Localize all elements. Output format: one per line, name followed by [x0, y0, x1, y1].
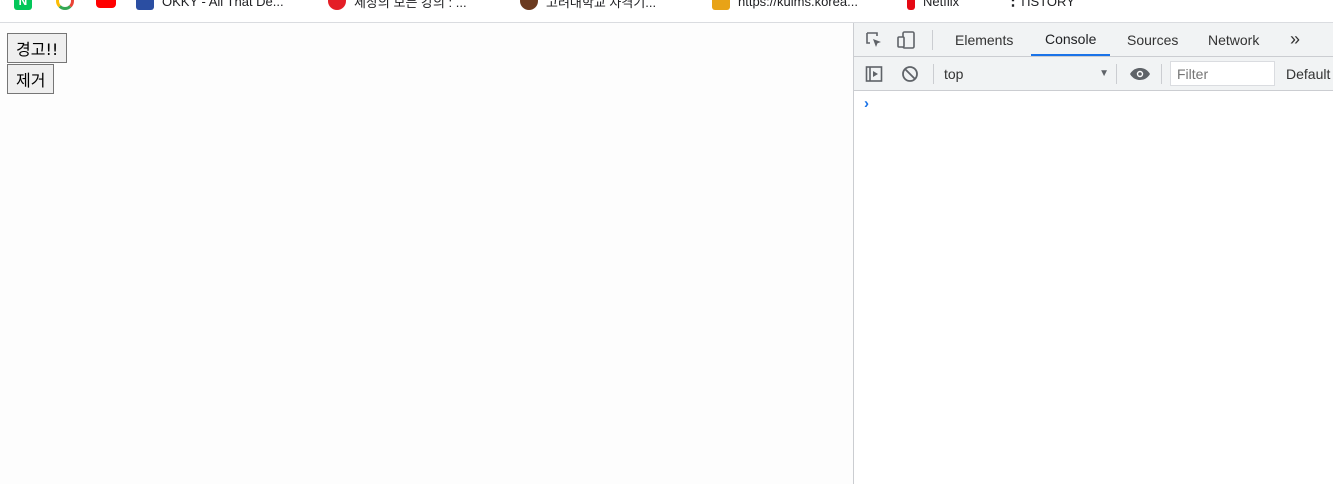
filter-input[interactable] [1170, 61, 1275, 86]
device-toolbar-icon[interactable] [896, 30, 916, 50]
bookmark-netflix[interactable]: Netflix [907, 0, 959, 11]
divider [1161, 64, 1162, 84]
shield-icon [328, 0, 346, 10]
bookmark-label: OKKY - All That De... [162, 0, 284, 9]
netflix-icon [907, 0, 915, 10]
console-output[interactable]: › [854, 91, 1333, 484]
remove-button[interactable]: 제거 [7, 64, 55, 94]
more-vertical-icon: ⋮ [1005, 0, 1021, 9]
log-levels-dropdown[interactable]: Default [1286, 57, 1330, 90]
tab-sources[interactable]: Sources [1127, 23, 1178, 56]
divider [932, 30, 933, 50]
bookmark-label: Netflix [923, 0, 960, 9]
console-toolbar: top ▼ Default [854, 57, 1333, 91]
tab-console[interactable]: Console [1031, 23, 1111, 56]
bookmark-kulms[interactable]: https://kulms.korea... [712, 0, 858, 11]
context-selector[interactable]: top ▼ [944, 57, 1109, 90]
naver-icon: N [14, 0, 32, 10]
tab-elements[interactable]: Elements [955, 23, 1013, 56]
devtools-panel: Elements Console Sources Network » top ▼… [853, 23, 1333, 484]
inspect-element-icon[interactable] [864, 30, 884, 50]
okky-icon [136, 0, 154, 10]
clear-console-icon[interactable] [900, 64, 920, 84]
web-page: 경고!! 제거 [0, 23, 853, 484]
bookmark-label: https://kulms.korea... [738, 0, 858, 9]
bookmark-korea-univ[interactable]: 고려대학교 자격기... [520, 0, 656, 11]
warn-button[interactable]: 경고!! [7, 33, 68, 63]
context-label: top [944, 65, 964, 82]
sidebar-toggle-icon[interactable] [864, 64, 884, 84]
divider [1116, 64, 1117, 84]
bookmark-okky[interactable]: OKKY - All That De... [136, 0, 284, 11]
bookmarks-bar: N OKKY - All That De... 세상의 모든 강의 : ... … [0, 0, 1333, 23]
live-expression-eye-icon[interactable] [1128, 64, 1152, 84]
bookmark-youtube[interactable] [96, 0, 116, 11]
tab-network[interactable]: Network [1208, 23, 1259, 56]
divider [933, 64, 934, 84]
levels-label: Default [1286, 65, 1331, 82]
youtube-icon [96, 0, 116, 8]
pencil-icon [712, 0, 730, 10]
console-prompt-icon: › [864, 95, 869, 112]
more-tabs-icon[interactable]: » [1290, 23, 1300, 56]
bookmark-tistory[interactable]: ⋮ TISTORY [1005, 0, 1075, 11]
dropdown-arrow-icon: ▼ [1099, 68, 1109, 79]
devtools-tab-bar: Elements Console Sources Network » [854, 23, 1333, 57]
bookmark-lectures[interactable]: 세상의 모든 강의 : ... [328, 0, 467, 11]
bookmark-naver[interactable]: N [14, 0, 32, 11]
tiger-emblem-icon [520, 0, 538, 10]
bookmark-label: 고려대학교 자격기... [546, 0, 657, 10]
bookmark-label: 세상의 모든 강의 : ... [354, 0, 467, 10]
google-icon [56, 0, 74, 10]
bookmark-label: TISTORY [1019, 0, 1075, 9]
bookmark-google[interactable] [56, 0, 74, 11]
